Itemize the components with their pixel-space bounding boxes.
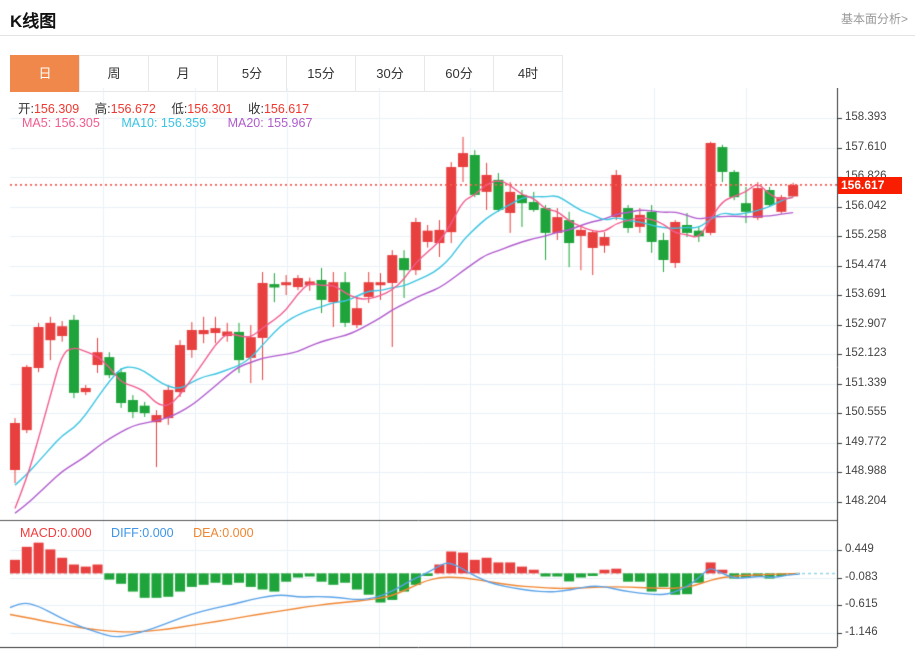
macd-axis-label: -0.083: [845, 571, 909, 583]
tab-30min[interactable]: 30分: [355, 55, 425, 92]
macd-axis-label: -1.146: [845, 626, 909, 638]
price-axis-label: 155.258: [845, 229, 909, 241]
page-title: K线图: [10, 7, 56, 32]
price-axis-label: 156.042: [845, 200, 909, 212]
macd-axis-label: -0.615: [845, 598, 909, 610]
current-price-tag: 156.617: [838, 177, 902, 194]
price-axis-label: 149.772: [845, 436, 909, 448]
tab-day[interactable]: 日: [10, 55, 80, 92]
fundamental-analysis-link[interactable]: 基本面分析>: [841, 10, 908, 27]
tab-5min[interactable]: 5分: [217, 55, 287, 92]
kline-chart-canvas[interactable]: [0, 88, 915, 651]
period-tabbar: 日 周 月 5分 15分 30分 60分 4时: [10, 55, 563, 92]
price-axis-label: 157.610: [845, 141, 909, 153]
kline-page: K线图 基本面分析> 日 周 月 5分 15分 30分 60分 4时 开:156…: [0, 0, 915, 651]
tab-month[interactable]: 月: [148, 55, 218, 92]
price-axis-label: 148.988: [845, 465, 909, 477]
tab-4hour[interactable]: 4时: [493, 55, 563, 92]
title-divider: [0, 35, 915, 36]
tab-15min[interactable]: 15分: [286, 55, 356, 92]
price-axis-label: 152.123: [845, 347, 909, 359]
macd-axis-label: 0.449: [845, 543, 909, 555]
price-axis-label: 148.204: [845, 495, 909, 507]
tab-60min[interactable]: 60分: [424, 55, 494, 92]
tab-week[interactable]: 周: [79, 55, 149, 92]
price-axis-label: 152.907: [845, 318, 909, 330]
price-axis-label: 158.393: [845, 111, 909, 123]
price-axis-label: 153.691: [845, 288, 909, 300]
price-axis-label: 154.474: [845, 259, 909, 271]
price-axis-label: 151.339: [845, 377, 909, 389]
price-axis-label: 150.555: [845, 406, 909, 418]
